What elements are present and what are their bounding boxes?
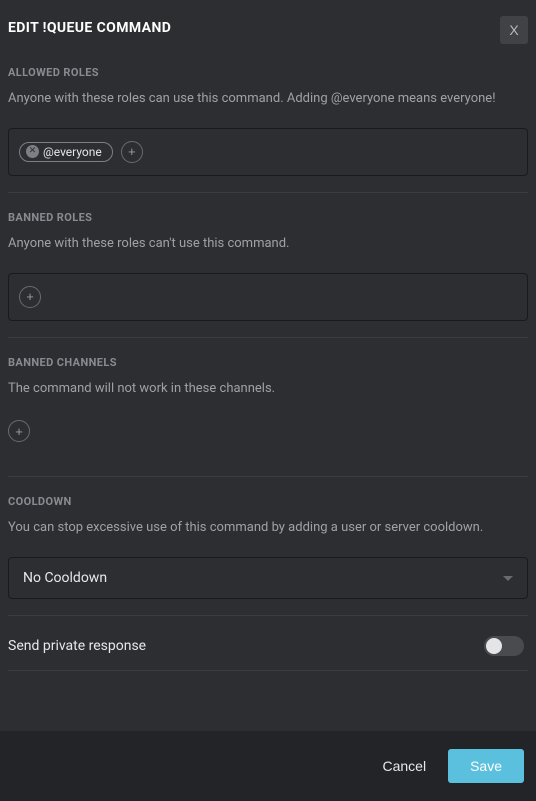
banned-roles-input[interactable]: + bbox=[8, 273, 528, 321]
private-response-toggle[interactable] bbox=[484, 636, 524, 656]
section-allowed-roles: ALLOWED ROLES Anyone with these roles ca… bbox=[8, 66, 528, 176]
modal-title: EDIT !QUEUE COMMAND bbox=[8, 16, 171, 36]
cooldown-select[interactable]: No Cooldown bbox=[8, 557, 528, 599]
add-banned-channel-button[interactable]: + bbox=[8, 420, 30, 442]
banned-channels-label: BANNED CHANNELS bbox=[8, 356, 528, 369]
banned-roles-label: BANNED ROLES bbox=[8, 211, 528, 224]
cooldown-desc: You can stop excessive use of this comma… bbox=[8, 518, 528, 539]
toggle-knob bbox=[486, 638, 502, 654]
modal-footer: Cancel Save bbox=[0, 731, 536, 801]
role-chip[interactable]: ✕ @everyone bbox=[19, 142, 113, 162]
private-response-row: Send private response bbox=[8, 634, 528, 670]
plus-icon: + bbox=[15, 425, 23, 438]
banned-roles-desc: Anyone with these roles can't use this c… bbox=[8, 234, 528, 255]
section-banned-roles: BANNED ROLES Anyone with these roles can… bbox=[8, 211, 528, 321]
allowed-roles-input[interactable]: ✕ @everyone + bbox=[8, 128, 528, 176]
plus-icon: + bbox=[26, 290, 34, 303]
divider bbox=[8, 192, 528, 193]
save-button[interactable]: Save bbox=[448, 749, 524, 783]
divider bbox=[8, 337, 528, 338]
section-cooldown: COOLDOWN You can stop excessive use of t… bbox=[8, 495, 528, 599]
add-role-button[interactable]: + bbox=[121, 141, 143, 163]
allowed-roles-desc: Anyone with these roles can use this com… bbox=[8, 89, 528, 110]
close-button[interactable]: X bbox=[500, 16, 528, 44]
divider bbox=[8, 476, 528, 477]
plus-icon: + bbox=[128, 145, 136, 158]
cancel-button[interactable]: Cancel bbox=[378, 750, 430, 782]
banned-channels-desc: The command will not work in these chann… bbox=[8, 379, 528, 400]
private-response-label: Send private response bbox=[8, 638, 146, 654]
divider bbox=[8, 670, 528, 671]
remove-icon[interactable]: ✕ bbox=[26, 145, 39, 158]
cooldown-selected-value: No Cooldown bbox=[23, 570, 107, 586]
cooldown-label: COOLDOWN bbox=[8, 495, 528, 508]
section-banned-channels: BANNED CHANNELS The command will not wor… bbox=[8, 356, 528, 461]
add-banned-role-button[interactable]: + bbox=[19, 286, 41, 308]
role-chip-label: @everyone bbox=[43, 145, 102, 159]
divider bbox=[8, 615, 528, 616]
chevron-down-icon bbox=[503, 576, 513, 581]
allowed-roles-label: ALLOWED ROLES bbox=[8, 66, 528, 79]
